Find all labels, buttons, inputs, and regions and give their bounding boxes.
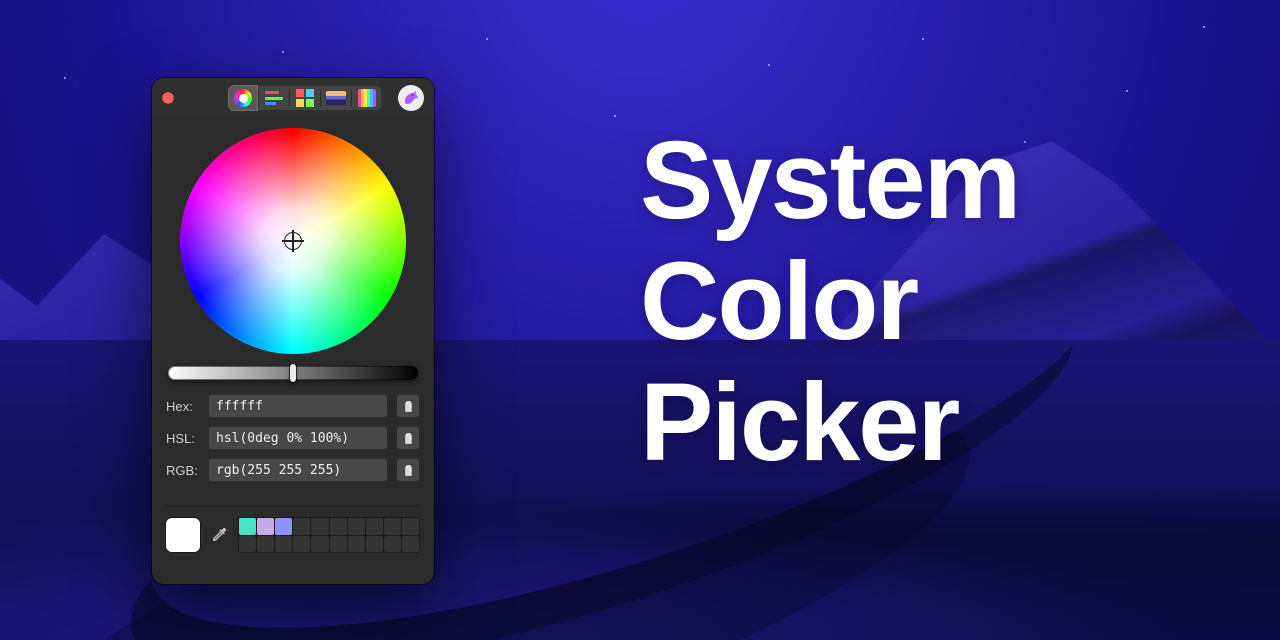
copy-hsl-button[interactable] bbox=[396, 426, 420, 450]
hsl-label: HSL: bbox=[166, 431, 200, 446]
eyedropper-button[interactable] bbox=[208, 524, 230, 546]
tab-color-palettes[interactable] bbox=[290, 85, 320, 111]
pencils-icon bbox=[358, 89, 376, 107]
swatch-cell[interactable] bbox=[384, 536, 401, 553]
swatch-cell[interactable] bbox=[275, 518, 292, 535]
palette-icon bbox=[296, 89, 314, 107]
tab-color-sliders[interactable] bbox=[259, 85, 289, 111]
rgb-label: RGB: bbox=[166, 463, 200, 478]
copy-rgb-button[interactable] bbox=[396, 458, 420, 482]
tab-color-wheel[interactable] bbox=[228, 85, 258, 111]
hero-title: System Color Picker bbox=[640, 120, 1019, 483]
current-color-swatch[interactable] bbox=[166, 518, 200, 552]
color-wheel-icon bbox=[234, 89, 252, 107]
clipboard-icon bbox=[402, 464, 415, 477]
hex-label: Hex: bbox=[166, 399, 200, 414]
wheel-crosshair[interactable] bbox=[284, 232, 302, 250]
swatch-cell[interactable] bbox=[348, 536, 365, 553]
titlebar bbox=[152, 78, 434, 118]
saved-swatches-grid bbox=[238, 517, 420, 553]
swatch-cell[interactable] bbox=[311, 518, 328, 535]
brightness-slider[interactable] bbox=[168, 366, 418, 380]
hero-line-2: Color bbox=[640, 241, 1019, 362]
swatch-bar bbox=[166, 506, 420, 553]
image-icon bbox=[326, 91, 346, 105]
color-value-fields: Hex: ffffff HSL: hsl(0deg 0% 100%) RGB: … bbox=[152, 390, 434, 500]
rgb-input[interactable]: rgb(255 255 255) bbox=[208, 458, 388, 482]
clipboard-icon bbox=[402, 432, 415, 445]
sliders-icon bbox=[265, 91, 283, 105]
swatch-cell[interactable] bbox=[275, 536, 292, 553]
swatch-cell[interactable] bbox=[384, 518, 401, 535]
swatch-cell[interactable] bbox=[330, 536, 347, 553]
hsl-input[interactable]: hsl(0deg 0% 100%) bbox=[208, 426, 388, 450]
eyedropper-icon bbox=[210, 526, 228, 544]
swatch-cell[interactable] bbox=[239, 518, 256, 535]
swatch-cell[interactable] bbox=[257, 518, 274, 535]
hero-line-3: Picker bbox=[640, 362, 1019, 483]
swatch-cell[interactable] bbox=[402, 536, 419, 553]
swatch-cell[interactable] bbox=[348, 518, 365, 535]
color-picker-window: Hex: ffffff HSL: hsl(0deg 0% 100%) RGB: … bbox=[152, 78, 434, 584]
swatch-cell[interactable] bbox=[293, 536, 310, 553]
hex-input[interactable]: ffffff bbox=[208, 394, 388, 418]
color-wheel[interactable] bbox=[180, 128, 406, 354]
swatch-cell[interactable] bbox=[239, 536, 256, 553]
swatch-cell[interactable] bbox=[330, 518, 347, 535]
unicorn-icon bbox=[402, 89, 420, 107]
swatch-cell[interactable] bbox=[366, 518, 383, 535]
tab-pencils[interactable] bbox=[352, 85, 382, 111]
close-window-button[interactable] bbox=[162, 92, 174, 104]
swatch-cell[interactable] bbox=[311, 536, 328, 553]
swatch-cell[interactable] bbox=[293, 518, 310, 535]
tab-image-palettes[interactable] bbox=[321, 85, 351, 111]
hero-line-1: System bbox=[640, 120, 1019, 241]
color-wheel-area bbox=[152, 118, 434, 360]
extra-plugin-button[interactable] bbox=[398, 85, 424, 111]
brightness-thumb[interactable] bbox=[290, 364, 296, 382]
copy-hex-button[interactable] bbox=[396, 394, 420, 418]
swatch-cell[interactable] bbox=[402, 518, 419, 535]
clipboard-icon bbox=[402, 400, 415, 413]
swatch-cell[interactable] bbox=[366, 536, 383, 553]
picker-mode-toolbar bbox=[228, 85, 382, 111]
brightness-row bbox=[152, 360, 434, 390]
swatch-cell[interactable] bbox=[257, 536, 274, 553]
